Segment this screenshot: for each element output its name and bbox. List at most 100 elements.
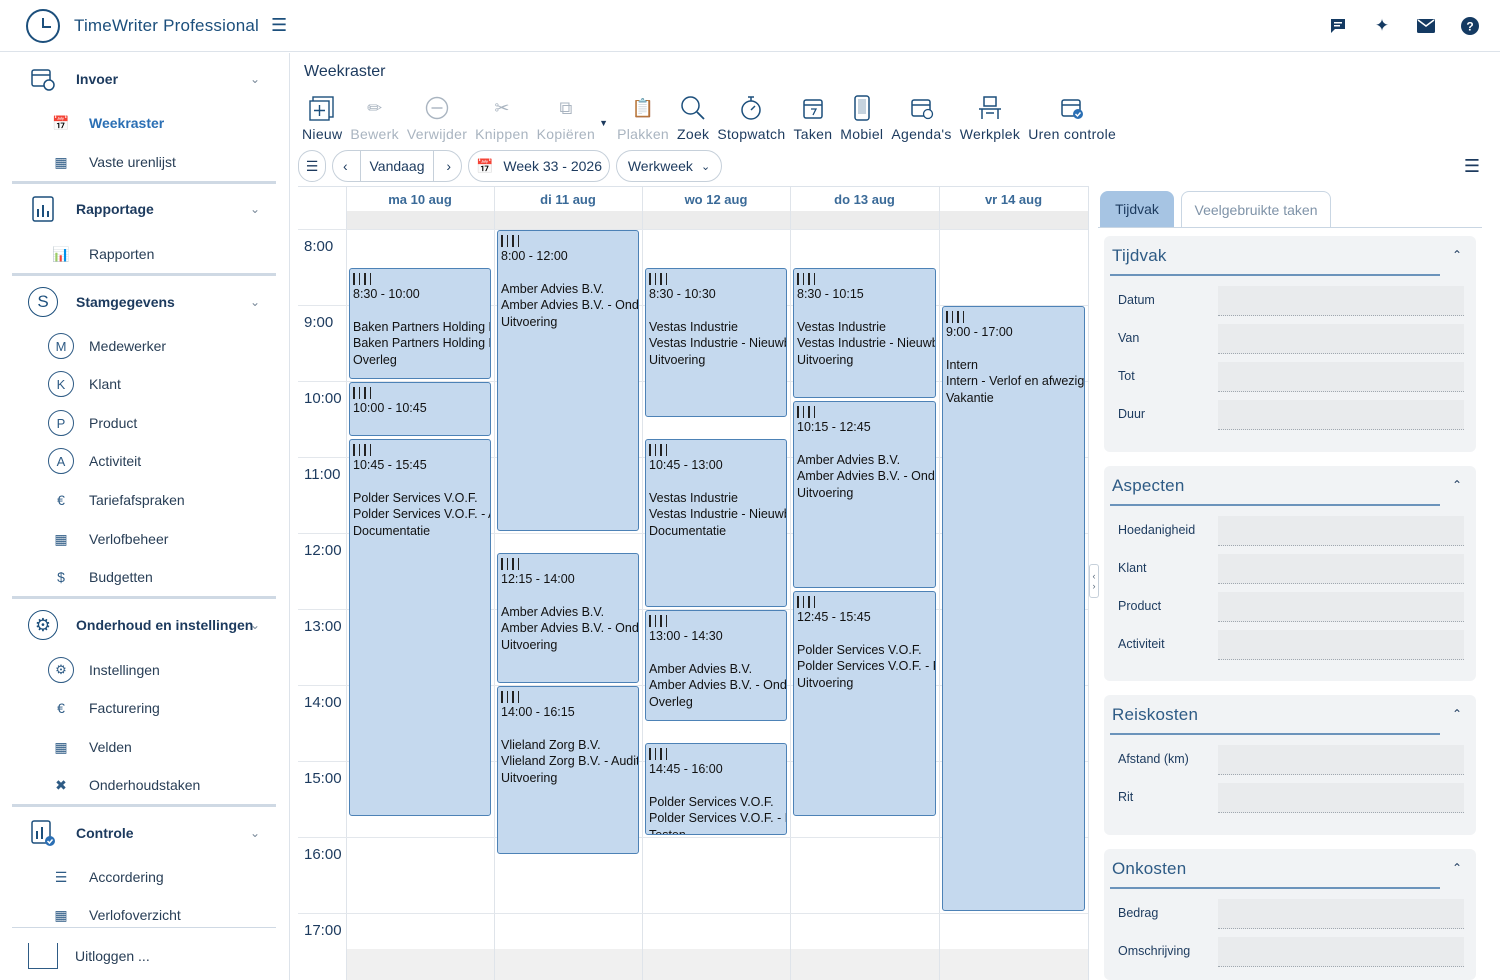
appointment[interactable]: 8:30 - 10:00 Baken Partners Holding B.V. B… xyxy=(349,268,491,379)
appointment[interactable]: 10:15 - 12:45 Amber Advies B.V. Amber Advi… xyxy=(793,401,936,588)
chevron-right-icon: › xyxy=(1092,581,1096,591)
chevron-up-icon[interactable]: ⌃ xyxy=(1452,707,1462,721)
appointment[interactable]: 8:00 - 12:00 Amber Advies B.V. Amber Advie… xyxy=(497,230,639,531)
edit-button[interactable]: ✏ Bewerk xyxy=(346,94,402,146)
agendas-button[interactable]: Agenda's xyxy=(887,94,955,146)
sidebar-item-verlofbeheer[interactable]: ▦ Verlofbeheer xyxy=(0,522,290,556)
workplace-button[interactable]: Werkplek xyxy=(956,94,1025,146)
chat-icon[interactable] xyxy=(1326,14,1350,38)
new-button[interactable]: Nieuw xyxy=(298,94,346,146)
chevron-down-icon[interactable]: ⌄ xyxy=(250,72,260,86)
sidebar-item-accordering[interactable]: ☰ Accordering xyxy=(0,860,290,894)
week-grid[interactable]: ma 10 aug di 11 aug wo 12 aug do 13 aug vr 1… xyxy=(298,186,1088,980)
day-header[interactable]: di 11 aug xyxy=(494,187,642,211)
appointment[interactable]: 12:15 - 14:00 Amber Advies B.V. Amber Advi… xyxy=(497,553,639,683)
day-header[interactable]: do 13 aug xyxy=(790,187,939,211)
sidebar-item-facturering[interactable]: € Facturering xyxy=(0,691,290,725)
appointment[interactable]: 9:00 - 17:00 Intern Intern - Verlof en afw… xyxy=(942,306,1085,911)
today-button[interactable]: Vandaag xyxy=(360,151,434,181)
panel-splitter[interactable]: ‹ › xyxy=(1088,186,1099,980)
chevron-right-icon[interactable]: › xyxy=(446,158,451,174)
day-header[interactable]: wo 12 aug xyxy=(642,187,790,211)
sidebar-item-product[interactable]: P Product xyxy=(0,406,290,440)
field-label: Rit xyxy=(1118,790,1134,804)
chevron-up-icon[interactable]: ⌃ xyxy=(1452,478,1462,492)
field-input[interactable] xyxy=(1218,937,1464,967)
sidebar-item-budgetten[interactable]: $ Budgetten xyxy=(0,560,290,594)
mobile-button[interactable]: Mobiel xyxy=(836,94,887,146)
options-menu-icon[interactable]: ☰ xyxy=(1464,156,1480,177)
all-day-row[interactable] xyxy=(346,211,1088,229)
copy-button[interactable]: ⧉ Kopiëren xyxy=(533,94,599,146)
appointment[interactable]: 10:45 - 13:00 Vestas Industrie Vestas Indu… xyxy=(645,439,787,607)
tasks-button[interactable]: Taken xyxy=(789,94,836,146)
appointment[interactable]: 13:00 - 14:30 Amber Advies B.V. Amber Advi… xyxy=(645,610,787,721)
field-input[interactable] xyxy=(1218,783,1464,813)
sidebar-item-velden[interactable]: ▦ Velden xyxy=(0,730,290,764)
collapse-toggle[interactable]: ‹ › xyxy=(1089,564,1099,598)
appointment[interactable]: 14:45 - 16:00 Polder Services V.O.F. Polde… xyxy=(645,743,787,835)
logout-button[interactable]: Uitloggen ... xyxy=(28,939,288,973)
chevron-down-icon[interactable]: ⌄ xyxy=(250,618,260,632)
menu-toggle-icon[interactable]: ☰ xyxy=(271,15,287,36)
help-icon[interactable]: ? xyxy=(1458,14,1482,38)
field-label: Activiteit xyxy=(1118,637,1165,651)
chevron-down-icon[interactable]: ⌄ xyxy=(250,295,260,309)
chevron-down-icon[interactable]: ⌄ xyxy=(250,202,260,216)
field-input[interactable] xyxy=(1218,400,1464,430)
approve-list-icon: ☰ xyxy=(54,868,68,885)
field-input[interactable] xyxy=(1218,899,1464,929)
tab-veelgebruikte-taken[interactable]: Veelgebruikte taken xyxy=(1181,191,1331,227)
appointment[interactable]: 14:00 - 16:15 Vlieland Zorg B.V. Vlieland … xyxy=(497,686,639,854)
section-stamgegevens[interactable]: S Stamgegevens ⌄ xyxy=(0,282,290,322)
appointment[interactable]: 8:30 - 10:30 Vestas Industrie Vestas Indus… xyxy=(645,268,787,417)
cut-button[interactable]: ✂ Knippen xyxy=(471,94,532,146)
caret-down-icon[interactable]: ▼ xyxy=(599,94,613,146)
view-select[interactable]: Werkweek ⌄ xyxy=(616,150,722,182)
sidebar-item-activiteit[interactable]: A Activiteit xyxy=(0,444,290,478)
report-icon xyxy=(28,194,58,224)
field-input[interactable] xyxy=(1218,630,1464,660)
field-input[interactable] xyxy=(1218,516,1464,546)
appointment[interactable]: 10:45 - 15:45 Polder Services V.O.F. Polde… xyxy=(349,439,491,816)
mail-icon[interactable] xyxy=(1414,14,1438,38)
sidebar-item-instellingen[interactable]: ⚙ Instellingen xyxy=(0,653,290,687)
search-button[interactable]: Zoek xyxy=(673,94,713,146)
sidebar-item-weekraster[interactable]: 📅 Weekraster xyxy=(0,106,290,140)
list-menu-button[interactable]: ☰ xyxy=(298,150,326,182)
field-input[interactable] xyxy=(1218,745,1464,775)
sidebar-item-onderhoudstaken[interactable]: ✖ Onderhoudstaken xyxy=(0,768,290,802)
section-onderhoud[interactable]: ⚙ Onderhoud en instellingen ⌄ xyxy=(0,605,290,645)
panel-tijdvak: Tijdvak ⌃ Datum Van Tot Duur xyxy=(1104,236,1476,452)
appointment[interactable]: 12:45 - 15:45 Polder Services V.O.F. Polde… xyxy=(793,591,936,816)
field-input[interactable] xyxy=(1218,324,1464,354)
chevron-up-icon[interactable]: ⌃ xyxy=(1452,248,1462,262)
appointment[interactable]: 8:30 - 10:15 Vestas Industrie Vestas Indus… xyxy=(793,268,936,398)
day-header[interactable]: ma 10 aug xyxy=(346,187,494,211)
chevron-up-icon[interactable]: ⌃ xyxy=(1452,861,1462,875)
section-rapportage[interactable]: Rapportage ⌄ xyxy=(0,189,290,229)
section-controle[interactable]: Controle ⌄ xyxy=(0,813,290,853)
delete-button[interactable]: Verwijder xyxy=(403,94,471,146)
field-input[interactable] xyxy=(1218,286,1464,316)
chevron-left-icon[interactable]: ‹ xyxy=(343,158,348,174)
sparkle-icon[interactable]: ✦ xyxy=(1370,14,1394,38)
sidebar-item-medewerker[interactable]: M Medewerker xyxy=(0,329,290,363)
sidebar-item-rapporten[interactable]: 📊 Rapporten xyxy=(0,237,290,271)
field-input[interactable] xyxy=(1218,592,1464,622)
sidebar-item-tariefafspraken[interactable]: € Tariefafspraken xyxy=(0,483,290,517)
chevron-down-icon[interactable]: ⌄ xyxy=(250,826,260,840)
section-invoer[interactable]: Invoer ⌄ xyxy=(0,59,290,99)
sidebar-item-klant[interactable]: K Klant xyxy=(0,367,290,401)
field-input[interactable] xyxy=(1218,554,1464,584)
stopwatch-button[interactable]: Stopwatch xyxy=(713,94,789,146)
day-header[interactable]: vr 14 aug xyxy=(939,187,1088,211)
week-picker[interactable]: 📅 Week 33 - 2026 xyxy=(468,150,610,182)
view-label: Werkweek xyxy=(627,158,693,174)
paste-button[interactable]: 📋 Plakken xyxy=(613,94,673,146)
tab-tijdvak[interactable]: Tijdvak xyxy=(1100,191,1174,227)
sidebar-item-vaste-urenlijst[interactable]: ▦ Vaste urenlijst xyxy=(0,145,290,179)
appointment[interactable]: 10:00 - 10:45 Polder Services V.O.F. xyxy=(349,382,491,436)
field-input[interactable] xyxy=(1218,362,1464,392)
hours-check-button[interactable]: Uren controle xyxy=(1024,94,1120,146)
